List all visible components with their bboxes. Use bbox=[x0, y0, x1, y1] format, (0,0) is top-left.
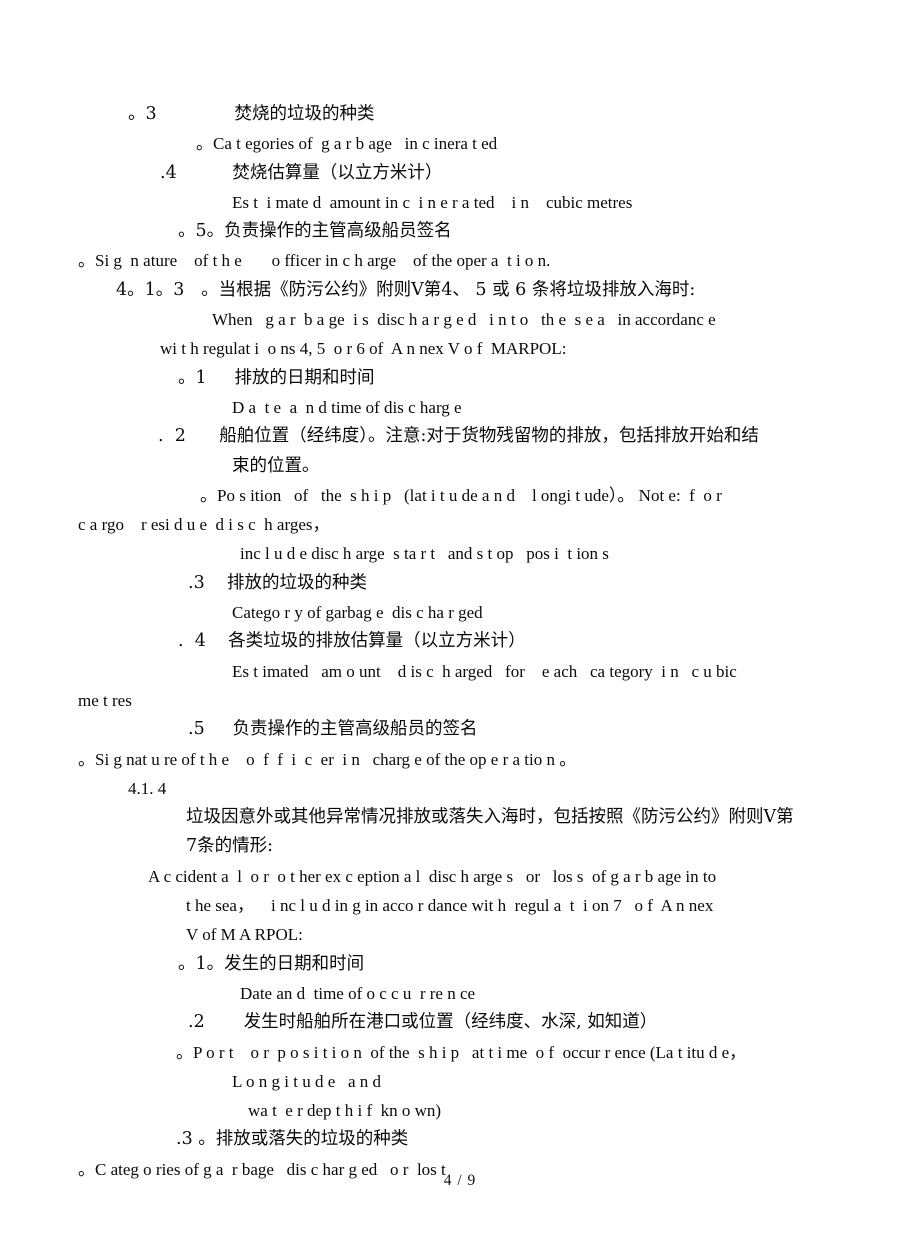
document-line: Catego r y of garbag e dis c ha r ged bbox=[232, 603, 483, 623]
document-line: 束的位置。 bbox=[232, 455, 320, 476]
document-line: inc l u d e disc h arge s ta r t and s t… bbox=[240, 544, 609, 564]
document-line: c a rgo r esi d u e d i s c h arges， bbox=[78, 515, 330, 535]
document-line: wi t h regulat i o ns 4, 5 o r 6 of A n … bbox=[160, 339, 567, 359]
document-line: .3 。排放或落失的垃圾的种类 bbox=[176, 1129, 409, 1150]
document-line: 。Ca t egories of g a r b age in c inera … bbox=[196, 134, 498, 154]
document-page: 。3 焚烧的垃圾的种类。Ca t egories of g a r b age … bbox=[0, 0, 920, 1249]
document-line: Date an d time of o c c u r re n ce bbox=[240, 983, 476, 1003]
page-number-footer: 4 / 9 bbox=[443, 1172, 477, 1189]
document-line: me t res bbox=[78, 690, 132, 710]
document-line: D a t e a n d time of dis c harg e bbox=[232, 397, 462, 417]
document-line: . 4 各类垃圾的排放估算量（以立方米计） bbox=[178, 631, 526, 652]
document-line: 。5。负责操作的主管高级船员签名 bbox=[178, 221, 452, 242]
document-line: 。Po s ition of the s h i p (lat i t u de… bbox=[200, 485, 722, 505]
document-body: 。3 焚烧的垃圾的种类。Ca t egories of g a r b age … bbox=[0, 100, 920, 1184]
document-line: L o n g i t u d e a n d bbox=[232, 1071, 382, 1091]
document-line: .2 发生时船舶所在港口或位置（经纬度、水深, 如知道） bbox=[188, 1012, 658, 1033]
document-line: 。1 排放的日期和时间 bbox=[178, 367, 375, 388]
document-line: t he sea， i nc l u d in g in acco r danc… bbox=[186, 896, 714, 916]
document-line: 。1。发生的日期和时间 bbox=[178, 953, 365, 974]
document-line: When g a r b a ge i s disc h a r g e d i… bbox=[212, 310, 716, 330]
document-line: .4 焚烧估算量（以立方米计） bbox=[160, 162, 443, 183]
document-line: A c cident a l o r o t her ex c eption a… bbox=[148, 866, 717, 886]
document-line: V of M A RPOL: bbox=[186, 925, 303, 945]
document-line: .3 排放的垃圾的种类 bbox=[188, 572, 367, 593]
document-line: 。Si g nat u re of t h e o f f i c er i n… bbox=[78, 749, 577, 769]
document-line: .5 负责操作的主管高级船员的签名 bbox=[188, 719, 478, 740]
document-line: 。P o r t o r p o s i t i o n of the s h … bbox=[176, 1042, 747, 1062]
document-line: wa t e r dep t h i f kn o wn) bbox=[248, 1101, 442, 1121]
document-line: Es t imated am o unt d is c h arged for … bbox=[232, 661, 737, 681]
document-line: 。Si g n ature of t h e o fficer in c h a… bbox=[78, 251, 551, 271]
document-line: Es t i mate d amount in c i n e r a ted … bbox=[232, 192, 633, 212]
document-line: 4。1。3 。当根据《防污公约》附则V第4、 5 或 6 条将垃圾排放入海时: bbox=[116, 279, 696, 300]
document-line: 4.1. 4 bbox=[128, 778, 167, 798]
document-line: . 2 船舶位置（经纬度）。注意:对于货物残留物的排放，包括排放开始和结 bbox=[158, 426, 759, 447]
document-line: 垃圾因意外或其他异常情况排放或落失入海时，包括按照《防污公约》附则V第 bbox=[186, 807, 794, 828]
document-line: 7条的情形: bbox=[186, 836, 274, 857]
document-line: 。3 焚烧的垃圾的种类 bbox=[128, 104, 375, 124]
